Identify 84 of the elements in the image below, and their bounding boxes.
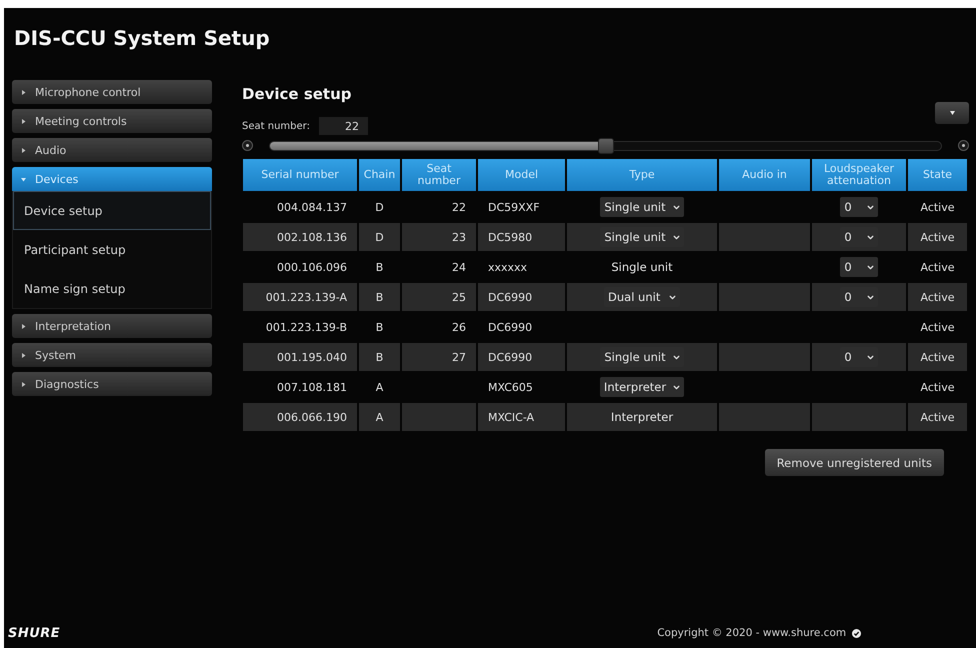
submenu-item[interactable]: Name sign setup: [13, 269, 211, 308]
caret-icon: [866, 262, 875, 272]
type-dropdown[interactable]: Single unit: [600, 197, 684, 217]
table-cell-text: A: [374, 380, 384, 396]
table-cell: B: [359, 343, 400, 371]
table-cell-text: 001.223.139-B: [264, 320, 348, 336]
table-cell-text: Active: [919, 320, 956, 336]
caret-right-icon: [21, 148, 26, 152]
sidebar-item[interactable]: Meeting controls: [12, 109, 212, 133]
sidebar-item[interactable]: Audio: [12, 138, 212, 162]
section-heading: Device setup: [242, 84, 352, 104]
table-cell-text: DC59XXF: [487, 200, 541, 216]
check-circle-icon: [852, 628, 862, 638]
type-text: Interpreter: [610, 410, 674, 424]
table-cell: 23: [402, 223, 476, 251]
caret-right-icon: [21, 90, 26, 94]
type-dropdown[interactable]: Interpreter: [600, 377, 684, 397]
table-cell-text: 004.084.137: [276, 200, 348, 216]
dot-icon: [246, 144, 249, 147]
table-cell: 25: [402, 283, 476, 311]
table-cell-text: 22: [451, 200, 467, 216]
table-cell: 006.066.190: [243, 403, 357, 431]
table-cell: Active: [908, 283, 967, 311]
caret-icon: [668, 292, 677, 302]
table-cell: MXCIC-A: [478, 403, 565, 431]
attenuation-dropdown[interactable]: 0: [840, 257, 878, 277]
table-cell-text: 26: [451, 320, 467, 336]
caret-icon: [672, 352, 681, 362]
table-cell: Active: [908, 343, 967, 371]
caret-right-icon: [21, 324, 26, 328]
table-cell: 002.108.136: [243, 223, 357, 251]
caret-icon: [950, 111, 954, 115]
table-cell-text: MXC605: [487, 380, 534, 396]
dot-icon: [962, 144, 965, 147]
table-cell-text: 000.106.096: [276, 260, 348, 276]
seat-number-field[interactable]: 22: [318, 117, 368, 135]
slider-step-button[interactable]: [958, 140, 969, 151]
caret-icon: [866, 352, 875, 362]
table-cell: DC6990: [478, 343, 565, 371]
submenu-item[interactable]: Device setup: [13, 191, 211, 230]
table-cell: A: [359, 403, 400, 431]
sidebar-item[interactable]: System: [12, 343, 212, 367]
table-cell: 001.223.139-A: [243, 283, 357, 311]
table-cell-text: D: [374, 200, 385, 216]
table-cell-text: Active: [919, 260, 956, 276]
brand-logo: SHURE: [8, 626, 60, 640]
caret-right-icon: [21, 352, 26, 358]
table-cell: Active: [908, 223, 967, 251]
table-cell-text: xxxxxx: [487, 260, 528, 276]
slider-step-button[interactable]: [242, 140, 253, 151]
table-cell-text: Active: [919, 200, 956, 216]
table-cell: DC5980: [478, 223, 565, 251]
table-cell: DC6990: [478, 283, 565, 311]
table-cell-text: DC6990: [487, 320, 534, 336]
attenuation-dropdown[interactable]: 0: [840, 197, 878, 217]
table-cell: 27: [402, 343, 476, 371]
type-text: Single unit: [611, 260, 673, 274]
seat-number-label: Seat number:: [242, 120, 310, 132]
sidebar-item[interactable]: Interpretation: [12, 314, 212, 338]
caret-icon: [866, 292, 875, 302]
table-cell: Active: [908, 403, 967, 431]
caret-icon: [866, 202, 875, 212]
table-cell-text: B: [374, 320, 384, 336]
submenu-item[interactable]: Participant setup: [13, 230, 211, 269]
app-title: DIS-CCU System Setup: [14, 25, 270, 52]
caret-right-icon: [21, 382, 26, 386]
table-cell-text: Active: [919, 380, 956, 396]
table-cell: B: [359, 283, 400, 311]
sidebar-item[interactable]: Diagnostics: [12, 372, 212, 396]
caret-icon: [672, 382, 682, 392]
copyright-text: Copyright © 2020 - www.shure.com: [657, 627, 846, 639]
table-cell-text: 007.108.181: [276, 380, 348, 396]
slider-thumb[interactable]: [598, 138, 614, 154]
table-cell: 001.195.040: [243, 343, 357, 371]
caret-down-icon: [21, 176, 26, 182]
caret-icon: [672, 232, 681, 242]
remove-units-button[interactable]: Remove unregistered units: [764, 449, 944, 476]
table-cell-text: 24: [451, 260, 467, 276]
caret-icon: [866, 232, 875, 242]
caret-right-icon: [21, 118, 26, 124]
sidebar-item[interactable]: Microphone control: [12, 80, 212, 104]
caret-icon: [672, 202, 681, 212]
table-cell-text: B: [374, 260, 384, 276]
table-cell: D: [359, 223, 400, 251]
